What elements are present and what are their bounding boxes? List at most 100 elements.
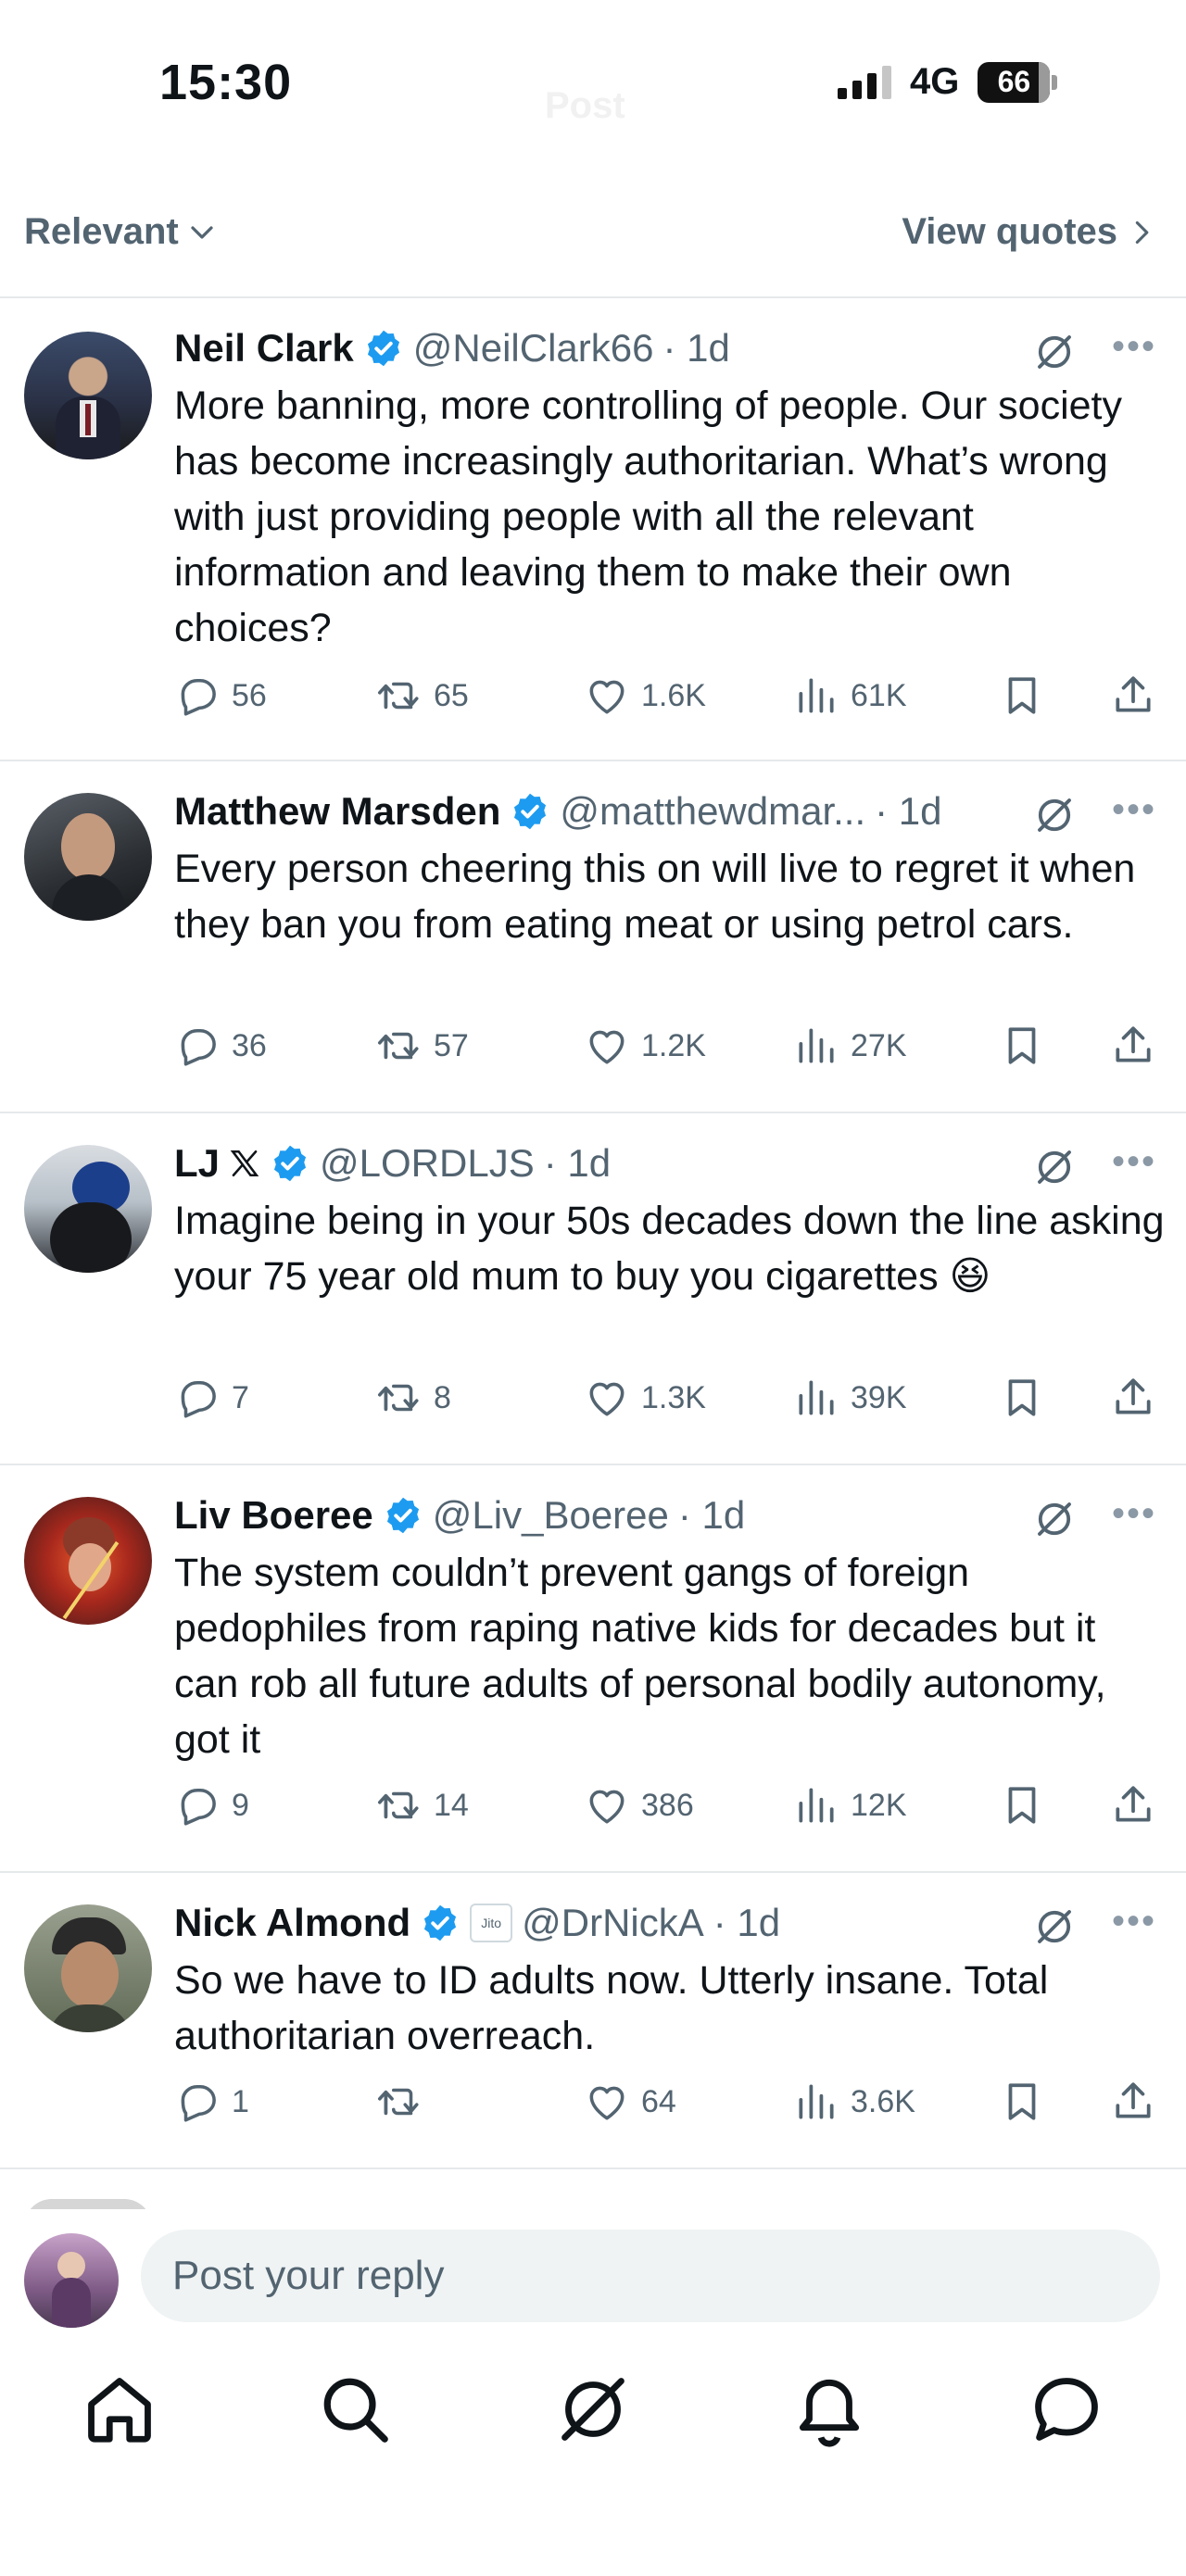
reply-button[interactable]: 1 [174,2079,249,2125]
avatar[interactable] [24,793,152,921]
bookmark-button[interactable] [999,1023,1045,1069]
share-button[interactable] [1110,2079,1156,2125]
like-count: 1.2K [641,1027,706,1063]
repost-button[interactable]: 57 [376,1023,469,1069]
reply-tweet[interactable]: Nick Almond Jito @DrNickA · 1d ••• So we… [0,1873,1186,2168]
repost-button[interactable]: 8 [376,1375,451,1421]
share-icon [1110,1375,1156,1421]
share-button[interactable] [1110,672,1156,719]
reply-input[interactable]: Post your reply [141,2230,1160,2322]
repost-button[interactable]: 65 [376,672,469,719]
bookmark-button[interactable] [999,1375,1045,1421]
handle[interactable]: @LORDLJS [320,1141,535,1186]
like-button[interactable]: 64 [584,2079,676,2125]
reply-button[interactable]: 7 [174,1375,249,1421]
reply-button[interactable]: 56 [174,672,267,719]
views-button[interactable]: 12K [793,1782,907,1828]
battery-level: 66 [997,65,1031,98]
display-name[interactable]: LJ [174,1141,220,1186]
like-count: 1.6K [641,677,706,713]
repost-icon [376,672,423,719]
handle[interactable]: @matthewdmar... [560,789,865,834]
handle[interactable]: @NeilClark66 [413,326,654,371]
nav-grok[interactable] [553,2369,633,2449]
views-button[interactable]: 61K [793,672,907,719]
view-quotes-link[interactable]: View quotes [902,211,1154,253]
more-options-icon[interactable]: ••• [1112,326,1156,368]
divider [0,2168,1186,2169]
verified-badge-icon [420,1903,461,1943]
verified-badge-icon [510,791,550,832]
repost-button[interactable] [376,2079,434,2125]
display-name[interactable]: Nick Almond [174,1901,410,1945]
grok-icon[interactable] [1032,1497,1077,1541]
repost-count: 14 [434,1787,469,1823]
views-button[interactable]: 39K [793,1375,907,1421]
nav-search[interactable] [315,2369,395,2449]
affiliate-badge[interactable]: Jito [470,1904,513,1942]
handle[interactable]: @Liv_Boeree [433,1493,669,1538]
reply-tweet[interactable]: LJ @LORDLJS · 1d ••• Imagine being in yo… [0,1113,1186,1464]
more-options-icon[interactable]: ••• [1112,789,1156,831]
sort-dropdown[interactable]: Relevant [24,211,216,253]
reply-count: 7 [232,1379,249,1415]
verified-badge-icon [383,1495,423,1536]
bookmark-button[interactable] [999,1782,1045,1828]
battery-cap [1052,74,1058,90]
like-button[interactable]: 1.2K [584,1023,706,1069]
share-button[interactable] [1110,1375,1156,1421]
share-button[interactable] [1110,1023,1156,1069]
display-name[interactable]: Neil Clark [174,326,354,371]
grok-icon [561,2378,625,2441]
grok-icon[interactable] [1032,1904,1077,1949]
reply-composer: Post your reply [0,2209,1186,2339]
nav-home[interactable] [80,2369,159,2449]
like-count: 1.3K [641,1379,706,1415]
grok-icon[interactable] [1032,793,1077,837]
reply-button[interactable]: 9 [174,1782,249,1828]
avatar[interactable] [24,2233,119,2328]
reply-button[interactable]: 36 [174,1023,267,1069]
grok-icon[interactable] [1032,1145,1077,1189]
more-options-icon[interactable]: ••• [1112,1141,1156,1183]
avatar[interactable] [24,1497,152,1625]
share-button[interactable] [1110,1782,1156,1828]
handle[interactable]: @DrNickA [522,1901,704,1945]
views-button[interactable]: 3.6K [793,2079,915,2125]
like-button[interactable]: 1.3K [584,1375,706,1421]
reply-tweet[interactable]: Liv Boeree @Liv_Boeree · 1d ••• The syst… [0,1465,1186,1871]
reply-icon [174,1023,221,1069]
tweet-text: Imagine being in your 50s decades down t… [174,1199,1165,1299]
like-button[interactable]: 1.6K [584,672,706,719]
views-icon [793,2079,839,2125]
display-name[interactable]: Liv Boeree [174,1493,373,1538]
like-button[interactable]: 386 [584,1782,694,1828]
heart-icon [584,1023,630,1069]
avatar[interactable] [24,332,152,459]
avatar[interactable] [24,1904,152,2032]
display-name[interactable]: Matthew Marsden [174,789,500,834]
view-count: 27K [851,1027,907,1063]
reply-tweet[interactable]: Matthew Marsden @matthewdmar... · 1d •••… [0,761,1186,1112]
reply-count: 56 [232,677,267,713]
repost-count: 8 [434,1379,451,1415]
bookmark-button[interactable] [999,2079,1045,2125]
tweet-text: More banning, more controlling of people… [174,383,1122,650]
reply-count: 9 [232,1787,249,1823]
repost-button[interactable]: 14 [376,1782,469,1828]
nav-notifications[interactable] [789,2369,869,2449]
timestamp: · 1d [662,326,730,370]
views-icon [793,1375,839,1421]
reply-tweet[interactable]: Neil Clark @NeilClark66 · 1d ••• More ba… [0,298,1186,760]
more-options-icon[interactable]: ••• [1112,1901,1156,1942]
repost-icon [376,1023,423,1069]
grok-icon[interactable] [1032,330,1077,374]
views-button[interactable]: 27K [793,1023,907,1069]
bookmark-button[interactable] [999,672,1045,719]
more-options-icon[interactable]: ••• [1112,1493,1156,1535]
nav-messages[interactable] [1027,2369,1106,2449]
avatar[interactable] [24,1145,152,1273]
share-icon [1110,2079,1156,2125]
reply-placeholder: Post your reply [172,2253,445,2298]
tweet-header: Matthew Marsden @matthewdmar... · 1d [174,785,942,837]
